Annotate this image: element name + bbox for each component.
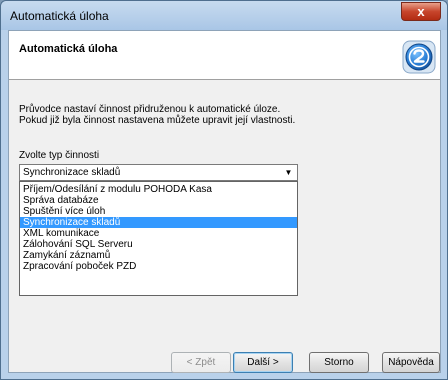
description-line-1: Průvodce nastaví činnost přidruženou k a… (19, 104, 281, 115)
activity-type-dropdown: Příjem/Odesílání z modulu POHODA Kasa Sp… (19, 181, 298, 296)
close-icon: x (417, 4, 425, 19)
dropdown-option[interactable]: XML komunikace (20, 228, 297, 239)
dropdown-option[interactable]: Zpracování poboček PZD (20, 261, 297, 272)
dropdown-option[interactable]: Synchronizace skladů (20, 217, 297, 228)
dropdown-option[interactable]: Zálohování SQL Serveru (20, 239, 297, 250)
window-title: Automatická úloha (10, 9, 109, 23)
activity-type-value: Synchronizace skladů (22, 166, 281, 179)
close-button[interactable]: x (401, 2, 441, 21)
wizard-client-area: Automatická úloha Průvodce nastaví činno… (8, 30, 441, 373)
wizard-header-title: Automatická úloha (19, 43, 118, 55)
pohoda-wizard-icon (402, 40, 436, 74)
wizard-header: Automatická úloha (9, 31, 440, 80)
title-bar[interactable]: Automatická úloha x (1, 1, 447, 30)
wizard-window: Automatická úloha x Automatická úloha Pr… (0, 0, 448, 380)
activity-type-select[interactable]: Synchronizace skladů ▼ (19, 164, 298, 181)
dropdown-option[interactable]: Zamykání záznamů (20, 250, 297, 261)
chevron-down-icon[interactable]: ▼ (282, 166, 295, 179)
back-button[interactable]: < Zpět (171, 352, 231, 373)
dropdown-option[interactable]: Příjem/Odesílání z modulu POHODA Kasa (20, 184, 297, 195)
cancel-button[interactable]: Storno (309, 352, 369, 373)
wizard-description: Průvodce nastaví činnost přidruženou k a… (19, 104, 295, 126)
dropdown-option[interactable]: Správa databáze (20, 195, 297, 206)
activity-type-label: Zvolte typ činnosti (19, 150, 100, 161)
next-button[interactable]: Další > (233, 352, 293, 373)
dropdown-option[interactable]: Spuštění více úloh (20, 206, 297, 217)
help-button[interactable]: Nápověda (382, 352, 440, 373)
activity-type-options: Příjem/Odesílání z modulu POHODA Kasa Sp… (20, 182, 297, 272)
description-line-2: Pokud již byla činnost nastavena můžete … (19, 115, 296, 126)
